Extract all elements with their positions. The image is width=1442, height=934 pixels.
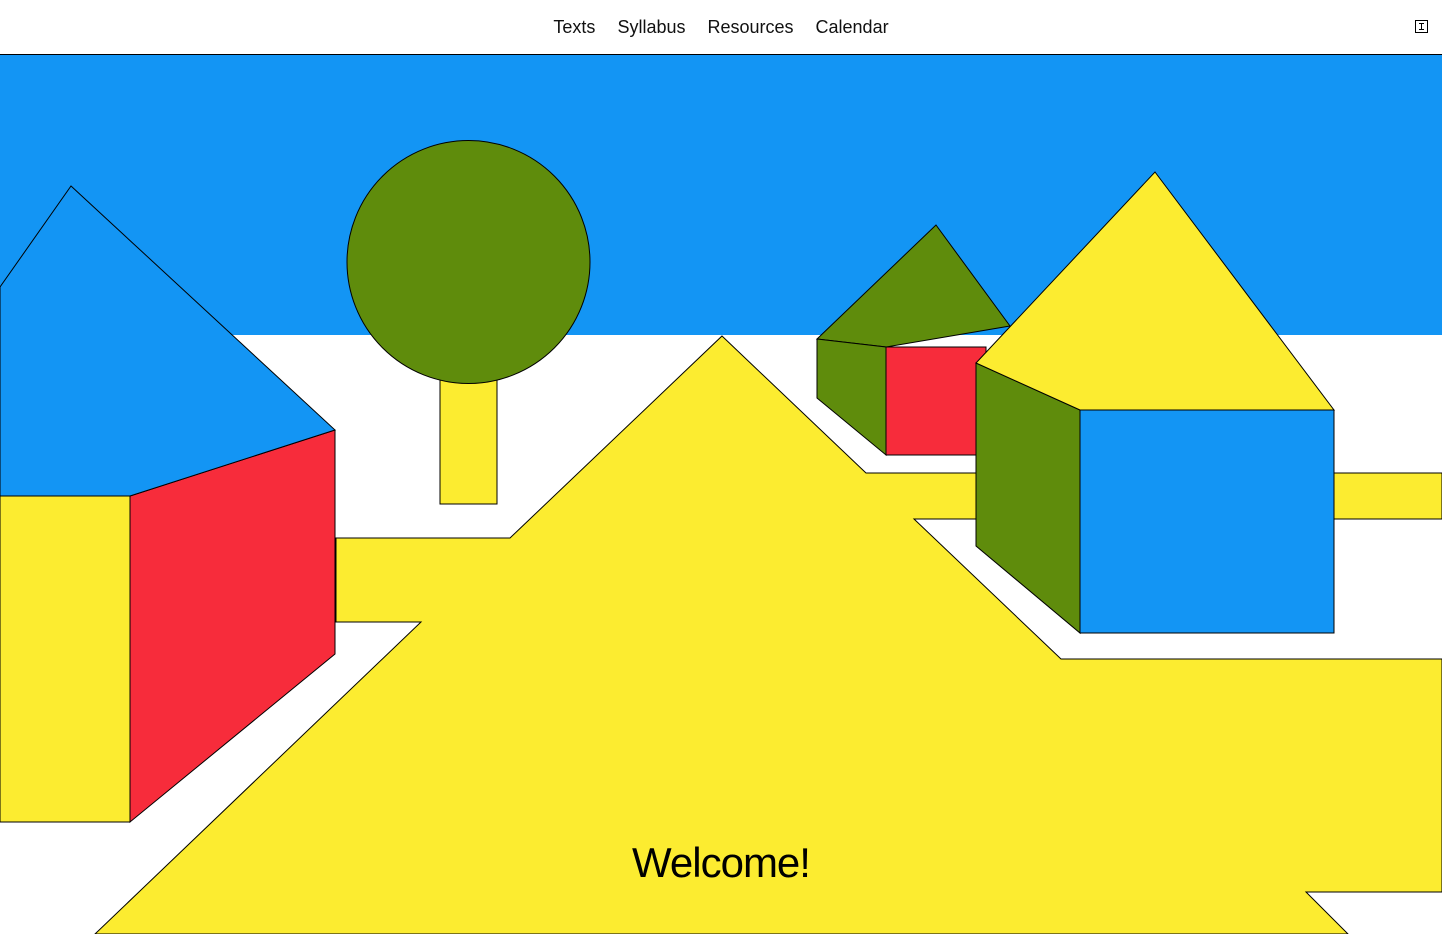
right-house-front — [1079, 409, 1335, 634]
top-navigation-bar: Texts Syllabus Resources Calendar — [0, 0, 1442, 55]
main-nav: Texts Syllabus Resources Calendar — [0, 16, 1442, 38]
nav-link-texts[interactable]: Texts — [553, 16, 595, 38]
tree-crown — [346, 140, 591, 384]
left-house-front — [0, 495, 131, 823]
toggle-button[interactable] — [1415, 20, 1428, 33]
hero-illustration — [0, 55, 1442, 934]
nav-link-syllabus[interactable]: Syllabus — [617, 16, 685, 38]
nav-link-calendar[interactable]: Calendar — [816, 16, 889, 38]
welcome-heading: Welcome! — [632, 839, 811, 886]
tree-trunk — [439, 379, 498, 505]
small-house-front — [885, 346, 987, 456]
nav-link-resources[interactable]: Resources — [707, 16, 793, 38]
